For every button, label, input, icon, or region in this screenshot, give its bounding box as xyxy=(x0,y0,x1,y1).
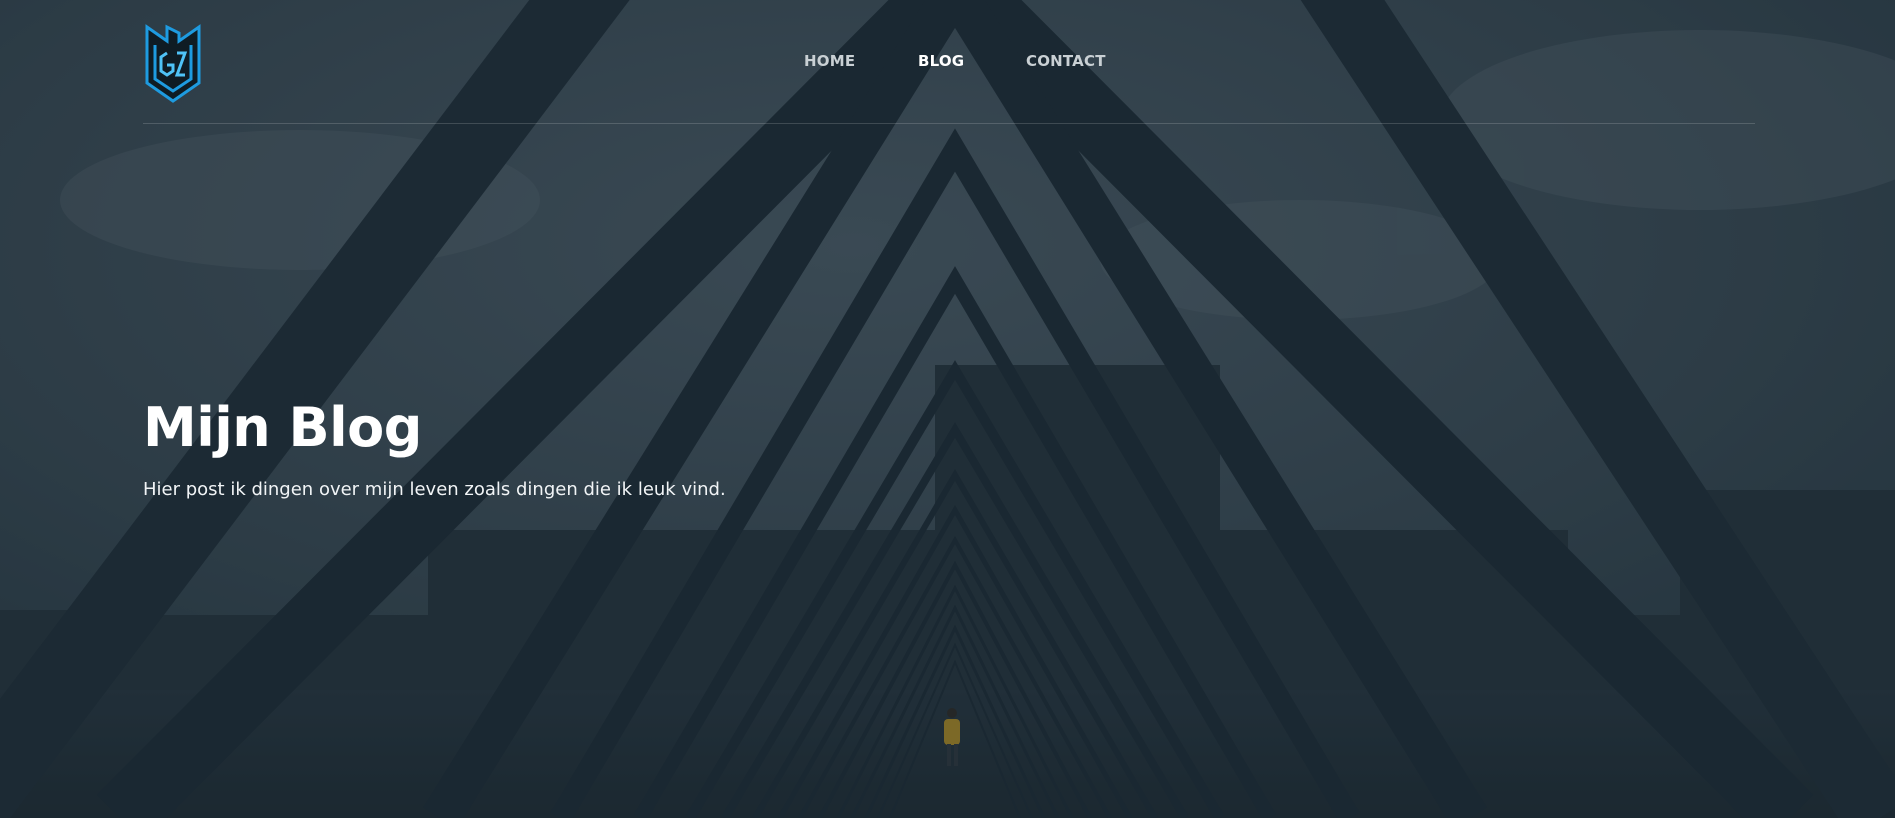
hero-section: HOME BLOG CONTACT Mijn Blog Hier post ik… xyxy=(0,0,1895,818)
site-header: HOME BLOG CONTACT xyxy=(143,0,1755,124)
page-title: Mijn Blog xyxy=(143,396,422,459)
nav-link-contact[interactable]: CONTACT xyxy=(1026,52,1106,70)
main-nav: HOME BLOG CONTACT xyxy=(143,52,1755,72)
nav-link-blog[interactable]: BLOG xyxy=(918,52,964,70)
page-subtitle: Hier post ik dingen over mijn leven zoal… xyxy=(143,479,726,500)
nav-link-home[interactable]: HOME xyxy=(804,52,855,70)
